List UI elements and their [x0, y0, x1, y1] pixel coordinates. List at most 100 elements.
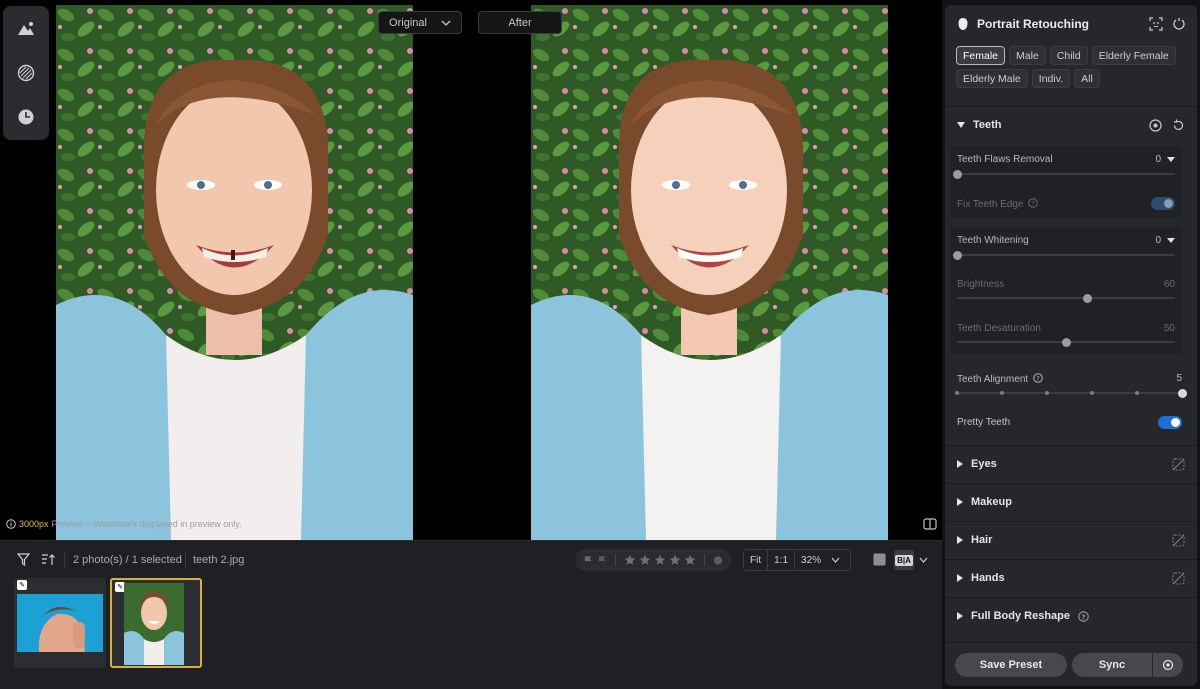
star-icon[interactable] — [624, 554, 636, 566]
chevron-down-icon[interactable] — [1167, 157, 1175, 162]
reset-panel-icon[interactable] — [1173, 17, 1185, 31]
collapsed-arrow-icon — [957, 536, 963, 544]
zoom-1to1-button[interactable]: 1:1 — [768, 550, 796, 570]
fix-teeth-edge-label: Fix Teeth Edge — [957, 199, 1024, 210]
help-icon[interactable]: ? — [1078, 610, 1089, 622]
face-type-chip[interactable]: Indiv. — [1031, 69, 1071, 88]
disabled-eraser-icon[interactable] — [1172, 457, 1185, 471]
teeth-desaturation-slider[interactable] — [957, 337, 1175, 347]
toolbar-divider — [64, 553, 65, 567]
slider-step[interactable] — [1090, 391, 1094, 395]
teeth-whitening-slider[interactable] — [952, 250, 1175, 260]
fix-teeth-edge-toggle[interactable] — [1151, 197, 1175, 210]
landscape-icon[interactable] — [11, 14, 41, 44]
teeth-alignment-control: Teeth Alignment ? 5 — [957, 373, 1182, 385]
hair-section-header[interactable]: Hair — [945, 522, 1197, 558]
sync-button[interactable]: Sync — [1072, 653, 1152, 677]
disabled-eraser-icon[interactable] — [1172, 533, 1185, 547]
star-icon[interactable] — [639, 554, 651, 566]
teeth-whitening-group: Teeth Whitening 0 Brightness 60 Teeth De… — [950, 227, 1182, 355]
before-after-toggle[interactable]: B|A — [894, 550, 914, 570]
filter-icon[interactable] — [17, 553, 30, 566]
hair-section-title: Hair — [971, 534, 993, 546]
zoom-percent-dropdown[interactable]: 32% — [795, 550, 846, 570]
pretty-teeth-toggle[interactable] — [1158, 416, 1182, 429]
help-icon[interactable]: ? — [1028, 198, 1039, 208]
full-body-section-header[interactable]: Full Body Reshape ? — [945, 598, 1197, 634]
disabled-eraser-icon[interactable] — [1172, 571, 1185, 585]
face-type-chip[interactable]: Male — [1009, 46, 1046, 65]
reject-flag-icon[interactable] — [597, 555, 607, 566]
color-label-icon[interactable] — [713, 555, 723, 566]
reset-icon[interactable] — [1172, 119, 1185, 132]
brightness-label: Brightness — [957, 279, 1005, 290]
panel-header: Portrait Retouching — [945, 5, 1197, 43]
slider-step[interactable] — [955, 391, 959, 395]
pretty-teeth-label: Pretty Teeth — [957, 417, 1011, 428]
teeth-alignment-label: Teeth Alignment — [957, 374, 1029, 385]
split-view-icon[interactable] — [923, 518, 937, 530]
teeth-alignment-slider[interactable] — [955, 388, 1187, 398]
face-type-chip[interactable]: Elderly Female — [1091, 46, 1176, 65]
thumbnail-photo-2-selected[interactable]: ✎ — [110, 578, 202, 668]
original-photo — [56, 5, 413, 540]
photo-count: 2 photo(s) / 1 selected — [73, 554, 182, 566]
sort-icon[interactable] — [41, 553, 55, 566]
face-type-chip[interactable]: All — [1074, 69, 1100, 88]
rating-divider — [615, 554, 617, 566]
preview-size: 3000px — [19, 519, 49, 529]
pretty-teeth-control: Pretty Teeth — [957, 416, 1182, 429]
makeup-section-header[interactable]: Makeup — [945, 484, 1197, 520]
original-label: Original — [389, 16, 427, 29]
teeth-section-header[interactable]: Teeth — [945, 107, 1197, 143]
slider-thumb[interactable] — [1177, 388, 1187, 398]
texture-icon[interactable] — [11, 58, 41, 88]
hands-section-header[interactable]: Hands — [945, 560, 1197, 596]
face-type-chip[interactable]: Child — [1049, 46, 1088, 65]
image-viewer[interactable]: Original After 3000px Preview – Watermar… — [0, 0, 942, 540]
original-view-dropdown[interactable]: Original — [378, 11, 462, 34]
teeth-flaws-label: Teeth Flaws Removal — [957, 154, 1053, 165]
single-view-icon[interactable] — [873, 553, 886, 566]
slider-thumb[interactable] — [1083, 293, 1093, 303]
star-icon[interactable] — [654, 554, 666, 566]
toolbar-divider — [185, 553, 186, 567]
brightness-control: Brightness 60 — [957, 279, 1175, 290]
eyes-section-header[interactable]: Eyes — [945, 446, 1197, 482]
flag-icon[interactable] — [583, 555, 593, 566]
history-icon[interactable] — [11, 102, 41, 132]
face-detect-icon[interactable] — [1149, 17, 1163, 31]
teeth-whitening-value: 0 — [1155, 235, 1161, 246]
teeth-flaws-slider[interactable] — [952, 169, 1175, 179]
brightness-slider[interactable] — [957, 293, 1175, 303]
slider-step[interactable] — [1135, 391, 1139, 395]
face-type-chips: Female Male Child Elderly Female Elderly Mal… — [945, 43, 1197, 88]
sync-settings-button[interactable] — [1153, 653, 1183, 677]
chevron-down-icon[interactable] — [919, 557, 928, 563]
teeth-flaws-value: 0 — [1155, 154, 1161, 165]
teeth-desaturation-control: Teeth Desaturation 50 — [957, 323, 1175, 334]
svg-text:?: ? — [1081, 612, 1085, 621]
slider-thumb[interactable] — [1061, 337, 1071, 347]
makeup-section-title: Makeup — [971, 496, 1012, 508]
star-rating[interactable] — [624, 554, 696, 566]
star-icon[interactable] — [684, 554, 696, 566]
zoom-fit-button[interactable]: Fit — [744, 550, 769, 570]
star-icon[interactable] — [669, 554, 681, 566]
eye-icon[interactable] — [1149, 118, 1162, 132]
thumbnail-photo-1[interactable]: ✎ — [14, 578, 106, 668]
teeth-whitening-control: Teeth Whitening 0 — [957, 235, 1175, 246]
help-icon[interactable]: ? — [1033, 373, 1043, 383]
slider-thumb[interactable] — [952, 250, 962, 260]
teeth-section-title: Teeth — [973, 119, 1002, 131]
chevron-down-icon[interactable] — [1167, 238, 1175, 243]
after-view-label[interactable]: After — [478, 11, 562, 34]
slider-step[interactable] — [1045, 391, 1049, 395]
face-type-chip[interactable]: Female — [956, 46, 1006, 65]
save-preset-button[interactable]: Save Preset — [955, 653, 1067, 677]
zoom-percent: 32% — [801, 554, 822, 566]
slider-step[interactable] — [1000, 391, 1004, 395]
slider-thumb[interactable] — [952, 169, 962, 179]
face-type-chip[interactable]: Elderly Male — [956, 69, 1028, 88]
collapsed-arrow-icon — [957, 574, 963, 582]
